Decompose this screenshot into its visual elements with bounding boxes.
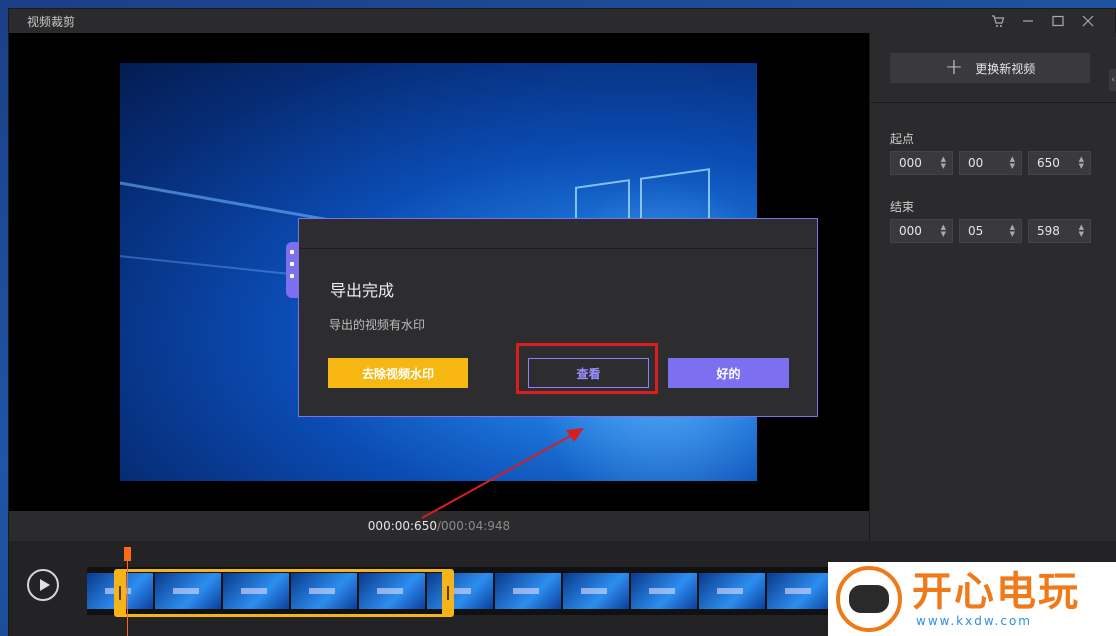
mascot-logo-icon	[836, 566, 902, 632]
annotation-arrow	[421, 428, 584, 519]
site-watermark: 开心电玩 www.kxdw.com	[828, 562, 1116, 636]
watermark-url: www.kxdw.com	[916, 614, 1032, 628]
watermark-brand: 开心电玩	[912, 569, 1080, 615]
